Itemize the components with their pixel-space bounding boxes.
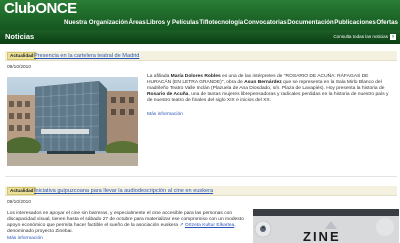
news-date: 09/10/2010 xyxy=(7,200,32,205)
nav-documentacion[interactable]: Documentación xyxy=(287,17,333,29)
news-summary: Los interesados en apoyar el cine sin ba… xyxy=(7,211,249,235)
summary-bold: María Dolores Robles xyxy=(170,74,221,79)
nav-publicaciones[interactable]: Publicaciones xyxy=(334,17,376,29)
arrow-right-icon[interactable]: › xyxy=(390,34,396,40)
news-photo xyxy=(7,77,138,166)
site-header: ClubONCE Nuestra Organización Áreas Libr… xyxy=(0,0,400,30)
news-summary: La afiliada María Dolores Robles es una … xyxy=(147,74,393,104)
category-badge: Actualidad xyxy=(7,52,37,60)
nav-nuestra-organizacion[interactable]: Nuestra Organización xyxy=(64,17,128,29)
video-player[interactable]: ⏸ ZINE xyxy=(253,209,399,243)
all-news-link[interactable]: Consulta todas las noticias xyxy=(333,34,388,39)
nav-areas[interactable]: Áreas xyxy=(128,17,145,29)
external-link-icon: ↗ xyxy=(179,223,184,229)
news-headline-link[interactable]: Iniciativa guipuzcoana para llevar la au… xyxy=(34,187,213,195)
play-icon[interactable]: ⏸ xyxy=(259,223,268,232)
news-item-header: Actualidad Iniciativa guipuzcoana para l… xyxy=(5,186,397,196)
site-logo[interactable]: ClubONCE xyxy=(4,0,77,17)
more-info-link[interactable]: Más información xyxy=(147,112,183,117)
section-title: Noticias xyxy=(5,32,35,41)
news-date: 09/10/2010 xyxy=(7,65,32,70)
summary-bold: Rosario de Acuña xyxy=(147,92,189,98)
nav-ofertas[interactable]: Ofertas xyxy=(376,17,398,29)
category-badge: Actualidad xyxy=(7,187,37,195)
association-link[interactable]: Ortzeta Kultur Elkartea xyxy=(185,223,234,228)
video-title: ZINE xyxy=(303,229,341,243)
nav-convocatorias[interactable]: Convocatorias xyxy=(244,17,287,29)
nav-libros-peliculas[interactable]: Libros y Películas xyxy=(146,17,199,29)
summary-text: La afiliada xyxy=(147,74,171,79)
news-headline-link[interactable]: Presencia en la cartelera teatral de Mad… xyxy=(34,52,139,60)
main-nav: Nuestra Organización Áreas Libros y Pelí… xyxy=(64,17,400,29)
summary-bold: Asun Bernárdez xyxy=(244,80,282,86)
theater-building-image xyxy=(7,77,138,166)
news-item-header: Actualidad Presencia en la cartelera tea… xyxy=(5,51,397,61)
nav-tiflotecnologia[interactable]: Tiflotecnología xyxy=(199,17,243,29)
more-info-link[interactable]: Más información xyxy=(7,236,43,241)
news-section-bar: Noticias Consulta todas las noticias › xyxy=(0,30,400,44)
news-divider xyxy=(5,176,397,177)
